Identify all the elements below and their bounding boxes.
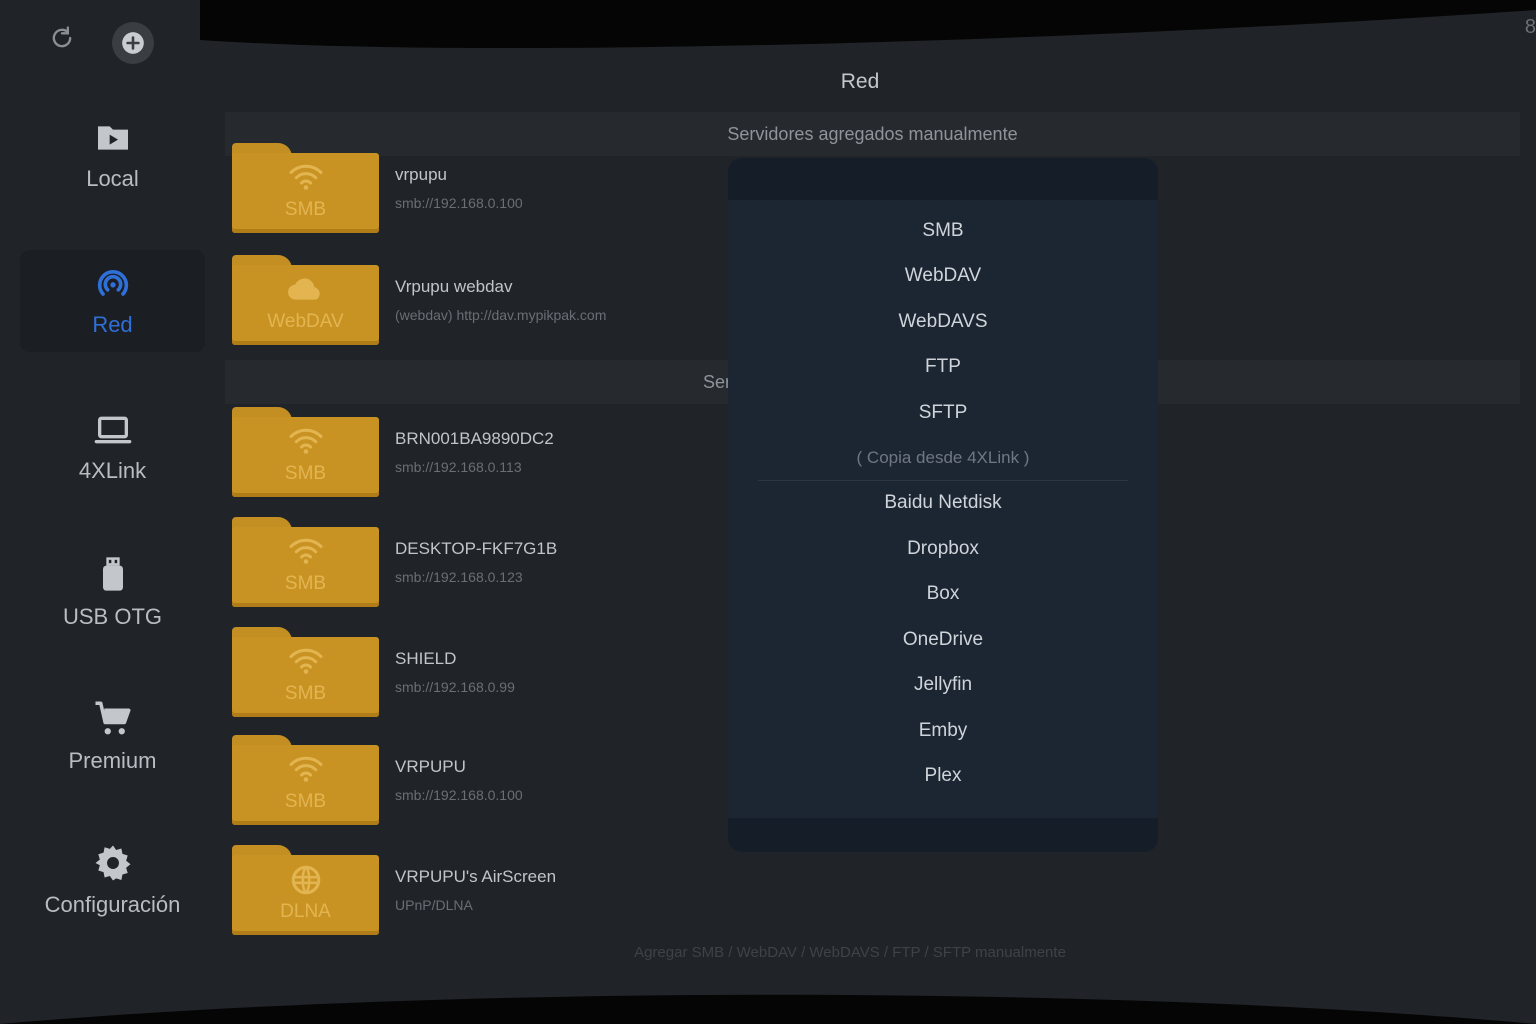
add-server-button[interactable] xyxy=(112,22,154,64)
add-manually-hint[interactable]: Agregar SMB / WebDAV / WebDAVS / FTP / S… xyxy=(630,944,1070,961)
sidebar-item-4xlink[interactable]: 4XLink xyxy=(20,410,205,484)
sidebar: Local Red 4XLink USB OTG Premium Configu… xyxy=(20,90,205,970)
menu-item-jellyfin[interactable]: Jellyfin xyxy=(728,663,1158,709)
gear-icon xyxy=(95,845,130,881)
sidebar-item-configuracion[interactable]: Configuración xyxy=(20,842,205,918)
menu-item-webdav[interactable]: WebDAV xyxy=(728,254,1158,300)
wifi-icon xyxy=(289,648,322,674)
sidebar-item-label: Local xyxy=(86,166,139,191)
sidebar-item-label: Configuración xyxy=(44,892,181,917)
server-row-vrpupu-lan[interactable]: SMB VRPUPU smb://192.168.0.100 xyxy=(232,732,712,828)
smb-folder: SMB xyxy=(232,627,379,717)
menu-item-webdavs[interactable]: WebDAVS xyxy=(728,299,1158,345)
folder-type-label: SMB xyxy=(284,463,327,484)
menu-item-onedrive[interactable]: OneDrive xyxy=(728,617,1158,663)
play-folder-icon xyxy=(97,126,128,150)
server-row-brn001ba9890dc2[interactable]: SMB BRN001BA9890DC2 smb://192.168.0.113 xyxy=(232,404,712,500)
sidebar-item-label: Red xyxy=(92,312,133,337)
dlna-globe-icon xyxy=(291,865,320,895)
wifi-icon xyxy=(289,538,322,564)
server-name: vrpupu xyxy=(395,165,447,184)
server-address: smb://192.168.0.100 xyxy=(395,195,523,211)
server-address: smb://192.168.0.113 xyxy=(395,459,522,475)
wifi-icon xyxy=(289,164,322,190)
refresh-button[interactable] xyxy=(44,20,80,56)
sidebar-item-usb-otg[interactable]: USB OTG xyxy=(20,552,205,630)
cart-icon xyxy=(95,701,130,735)
server-row-airscreen[interactable]: DLNA VRPUPU's AirScreen UPnP/DLNA xyxy=(232,842,712,938)
menu-item-dropbox[interactable]: Dropbox xyxy=(728,526,1158,572)
smb-folder: SMB xyxy=(232,517,379,607)
server-row-desktop-fkf7g1b[interactable]: SMB DESKTOP-FKF7G1B smb://192.168.0.123 xyxy=(232,514,712,610)
menu-item-plex[interactable]: Plex xyxy=(728,754,1158,800)
refresh-icon xyxy=(52,26,72,48)
menu-item-smb[interactable]: SMB xyxy=(728,208,1158,254)
folder-type-label: DLNA xyxy=(280,901,331,922)
laptop-icon xyxy=(94,416,131,444)
page-title: Red xyxy=(840,70,880,93)
sidebar-item-red[interactable]: Red xyxy=(20,250,205,352)
sidebar-item-premium[interactable]: Premium xyxy=(20,698,205,774)
server-name: BRN001BA9890DC2 xyxy=(395,429,554,448)
add-circle-icon xyxy=(122,32,144,54)
menu-item-baidu-netdisk[interactable]: Baidu Netdisk xyxy=(728,481,1158,527)
sidebar-item-label: 4XLink xyxy=(78,458,147,483)
folder-type-label: WebDAV xyxy=(267,311,344,332)
folder-type-label: SMB xyxy=(284,199,327,220)
server-row-shield[interactable]: SMB SHIELD smb://192.168.0.99 xyxy=(232,624,712,720)
add-server-dialog: SMB WebDAV WebDAVS FTP SFTP ( Copia desd… xyxy=(728,158,1158,852)
smb-folder: SMB xyxy=(232,143,379,233)
server-address: UPnP/DLNA xyxy=(395,897,473,913)
network-signal-icon xyxy=(97,270,128,296)
smb-folder: SMB xyxy=(232,407,379,497)
server-name: SHIELD xyxy=(395,649,457,668)
server-address: smb://192.168.0.99 xyxy=(395,679,515,695)
usb-drive-icon xyxy=(102,557,123,591)
dialog-footer xyxy=(728,818,1158,852)
server-address: smb://192.168.0.100 xyxy=(395,787,523,803)
sidebar-item-label: USB OTG xyxy=(62,604,162,629)
sidebar-item-local[interactable]: Local xyxy=(20,118,205,192)
menu-item-box[interactable]: Box xyxy=(728,572,1158,618)
folder-type-label: SMB xyxy=(284,791,327,812)
server-row-vrpupu[interactable]: SMB vrpupu smb://192.168.0.100 xyxy=(232,140,712,236)
server-address: smb://192.168.0.123 xyxy=(395,569,523,585)
server-name: VRPUPU's AirScreen xyxy=(395,867,557,886)
cloud-icon xyxy=(287,278,320,300)
server-row-vrpupu-webdav[interactable]: WebDAV Vrpupu webdav (webdav) http://dav… xyxy=(232,252,712,348)
copy-from-4xlink-note[interactable]: ( Copia desde 4XLink ) xyxy=(728,436,1158,480)
server-address: (webdav) http://dav.mypikpak.com xyxy=(395,307,607,323)
folder-type-label: SMB xyxy=(284,573,327,594)
dialog-header xyxy=(728,158,1158,200)
dlna-folder: DLNA xyxy=(232,845,379,935)
menu-item-emby[interactable]: Emby xyxy=(728,708,1158,754)
menu-item-sftp[interactable]: SFTP xyxy=(728,390,1158,436)
webdav-folder: WebDAV xyxy=(232,255,379,345)
server-name: DESKTOP-FKF7G1B xyxy=(395,539,558,558)
corner-indicator: 8 xyxy=(1524,16,1536,38)
server-name: VRPUPU xyxy=(395,757,466,776)
server-name: Vrpupu webdav xyxy=(395,277,513,296)
server-type-menu: SMB WebDAV WebDAVS FTP SFTP ( Copia desd… xyxy=(728,208,1158,799)
folder-type-label: SMB xyxy=(284,683,327,704)
wifi-icon xyxy=(289,756,322,782)
sidebar-item-label: Premium xyxy=(68,748,157,773)
menu-item-ftp[interactable]: FTP xyxy=(728,345,1158,391)
wifi-icon xyxy=(289,428,322,454)
smb-folder: SMB xyxy=(232,735,379,825)
